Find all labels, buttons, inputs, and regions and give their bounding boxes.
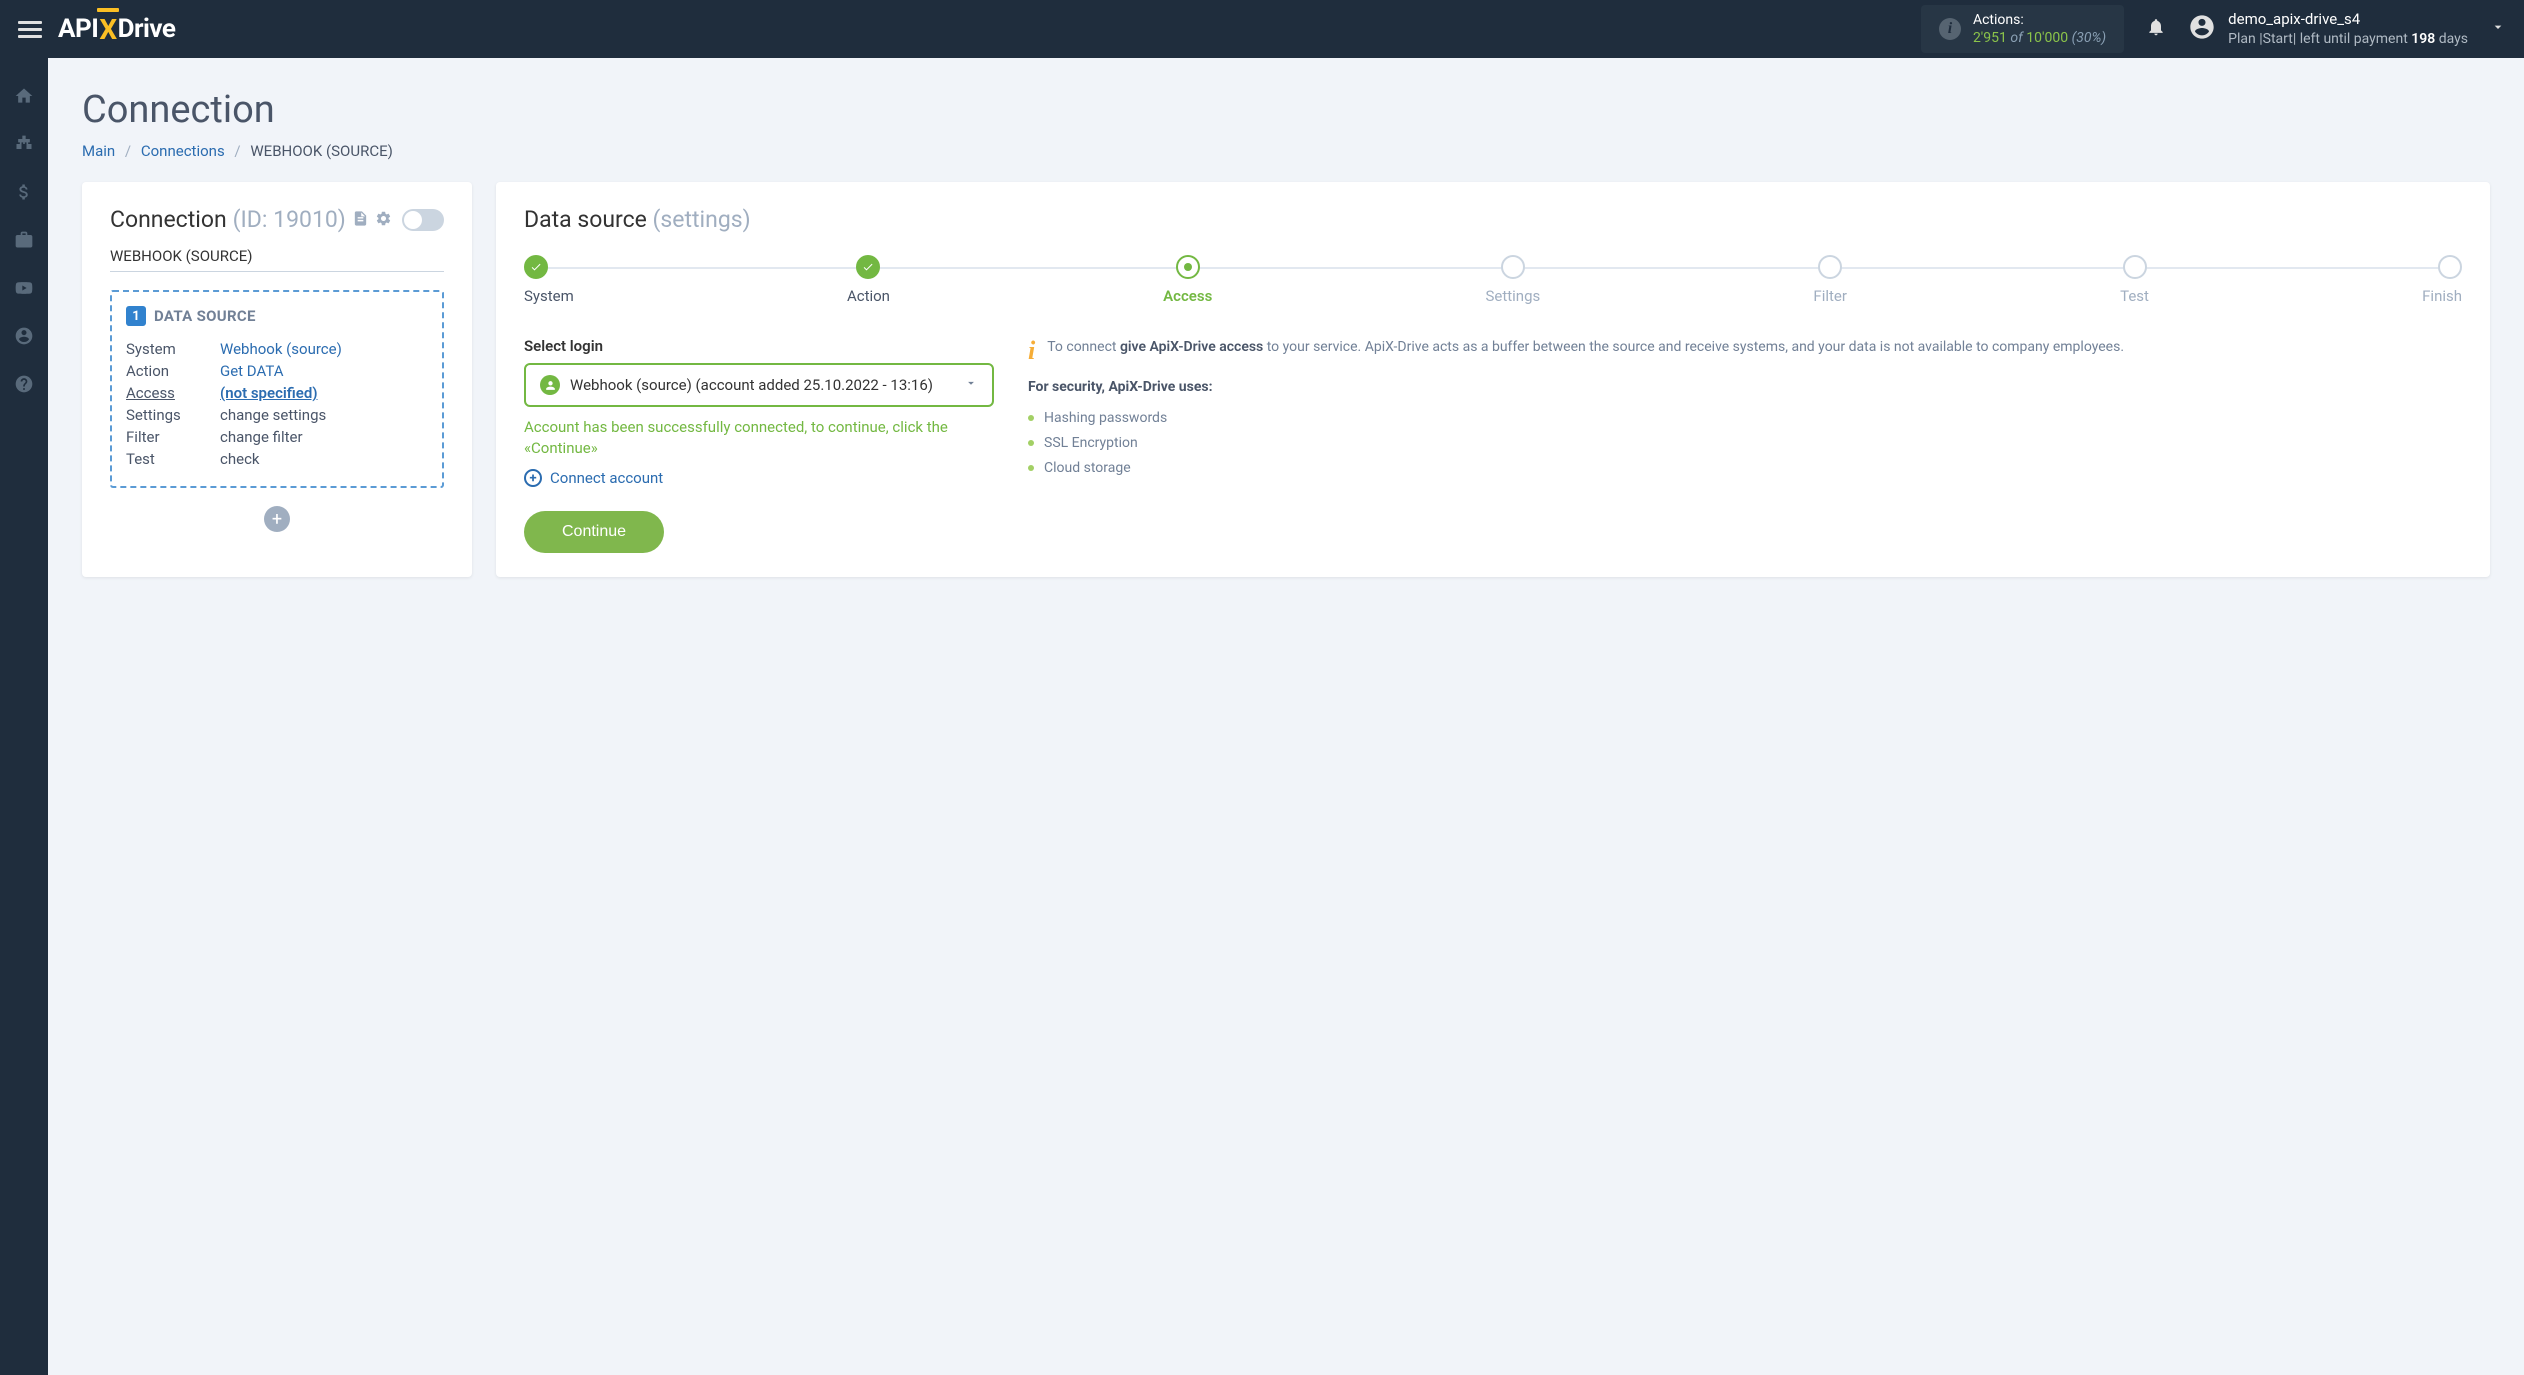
data-source-box: 1 DATA SOURCE SystemWebhook (source) Act…: [110, 290, 444, 488]
step-access[interactable]: Access: [1163, 255, 1212, 305]
row-value-action[interactable]: Get DATA: [220, 362, 284, 380]
login-select[interactable]: Webhook (source) (account added 25.10.20…: [524, 363, 994, 407]
user-menu[interactable]: demo_apix-drive_s4 Plan |Start| left unt…: [2188, 10, 2506, 48]
account-icon: [540, 375, 560, 395]
connection-panel: Connection (ID: 19010) WEBHOOK (SOURCE) …: [82, 182, 472, 577]
document-icon[interactable]: [352, 206, 369, 233]
add-block-button[interactable]: +: [264, 506, 290, 532]
stepper: System Action Access Settings Filter Tes…: [524, 255, 2462, 305]
info-icon: i: [1939, 18, 1961, 40]
ds-title-muted: (settings): [653, 206, 751, 233]
actions-total: 10'000: [2026, 30, 2068, 46]
help-icon[interactable]: [14, 374, 34, 398]
breadcrumb-connections[interactable]: Connections: [141, 142, 225, 160]
info-text: To connect give ApiX-Drive access to you…: [1047, 337, 2124, 359]
logo-x: X: [99, 13, 116, 46]
source-box-title: DATA SOURCE: [154, 307, 256, 325]
row-value-settings[interactable]: change settings: [220, 406, 326, 424]
ds-title: Data source: [524, 206, 647, 233]
sitemap-icon[interactable]: [14, 134, 34, 158]
home-icon[interactable]: [14, 86, 34, 110]
plan-prefix: Plan |Start| left until payment: [2228, 31, 2411, 47]
data-source-panel: Data source (settings) System Action Acc…: [496, 182, 2490, 577]
plan-days-suffix: days: [2435, 31, 2468, 47]
dollar-icon[interactable]: [14, 182, 34, 206]
connect-account-label: Connect account: [550, 469, 663, 487]
step-system[interactable]: System: [524, 255, 574, 305]
actions-counter[interactable]: i Actions: 2'951 of 10'000 (30%): [1921, 5, 2124, 53]
source-number-badge: 1: [126, 306, 146, 326]
connect-account-link[interactable]: + Connect account: [524, 469, 994, 487]
security-item: Cloud storage: [1028, 456, 2462, 481]
row-value-access[interactable]: (not specified): [220, 384, 318, 402]
connection-subtitle: WEBHOOK (SOURCE): [110, 247, 444, 272]
row-label-system: System: [126, 340, 220, 358]
row-label-access: Access: [126, 384, 220, 402]
breadcrumb-current: WEBHOOK (SOURCE): [250, 142, 393, 160]
logo[interactable]: APIXDrive: [58, 13, 175, 46]
actions-pct: (30%): [2072, 30, 2107, 46]
info-icon: i: [1028, 343, 1035, 359]
select-login-label: Select login: [524, 337, 994, 355]
step-action[interactable]: Action: [847, 255, 890, 305]
main-content: Connection Main / Connections / WEBHOOK …: [48, 58, 2524, 1375]
briefcase-icon[interactable]: [14, 230, 34, 254]
actions-label: Actions:: [1973, 11, 2106, 29]
step-filter[interactable]: Filter: [1813, 255, 1847, 305]
page-title: Connection: [82, 88, 2490, 132]
logo-text-2: Drive: [118, 14, 176, 44]
youtube-icon[interactable]: [14, 278, 34, 302]
app-header: APIXDrive i Actions: 2'951 of 10'000 (30…: [0, 0, 2524, 58]
row-label-settings: Settings: [126, 406, 220, 424]
row-value-system[interactable]: Webhook (source): [220, 340, 342, 358]
row-value-filter[interactable]: change filter: [220, 428, 303, 446]
row-label-action: Action: [126, 362, 220, 380]
gear-icon[interactable]: [375, 206, 392, 233]
bell-icon[interactable]: [2146, 17, 2166, 41]
plus-icon: +: [524, 469, 542, 487]
breadcrumb: Main / Connections / WEBHOOK (SOURCE): [82, 142, 2490, 160]
connection-title: Connection: [110, 206, 227, 233]
security-heading: For security, ApiX-Drive uses:: [1028, 377, 2462, 398]
step-settings[interactable]: Settings: [1485, 255, 1540, 305]
security-item: SSL Encryption: [1028, 431, 2462, 456]
connection-toggle[interactable]: [402, 209, 444, 231]
user-name: demo_apix-drive_s4: [2228, 10, 2468, 30]
breadcrumb-main[interactable]: Main: [82, 142, 115, 160]
security-item: Hashing passwords: [1028, 406, 2462, 431]
logo-text-1: API: [58, 14, 98, 44]
account-icon[interactable]: [14, 326, 34, 350]
step-finish[interactable]: Finish: [2422, 255, 2462, 305]
security-list: Hashing passwords SSL Encryption Cloud s…: [1028, 406, 2462, 481]
plan-days: 198: [2411, 31, 2435, 47]
row-value-test[interactable]: check: [220, 450, 260, 468]
success-message: Account has been successfully connected,…: [524, 417, 994, 459]
actions-used: 2'951: [1973, 30, 2007, 46]
sidebar: [0, 58, 48, 1375]
user-icon: [2188, 13, 2216, 45]
row-label-filter: Filter: [126, 428, 220, 446]
chevron-down-icon: [2490, 19, 2506, 39]
continue-button[interactable]: Continue: [524, 511, 664, 553]
login-select-value: Webhook (source) (account added 25.10.20…: [570, 376, 933, 394]
actions-of: of: [2010, 30, 2022, 46]
step-test[interactable]: Test: [2120, 255, 2149, 305]
connection-id: (ID: 19010): [233, 206, 346, 233]
chevron-down-icon: [964, 376, 978, 394]
hamburger-menu-icon[interactable]: [18, 21, 42, 38]
row-label-test: Test: [126, 450, 220, 468]
